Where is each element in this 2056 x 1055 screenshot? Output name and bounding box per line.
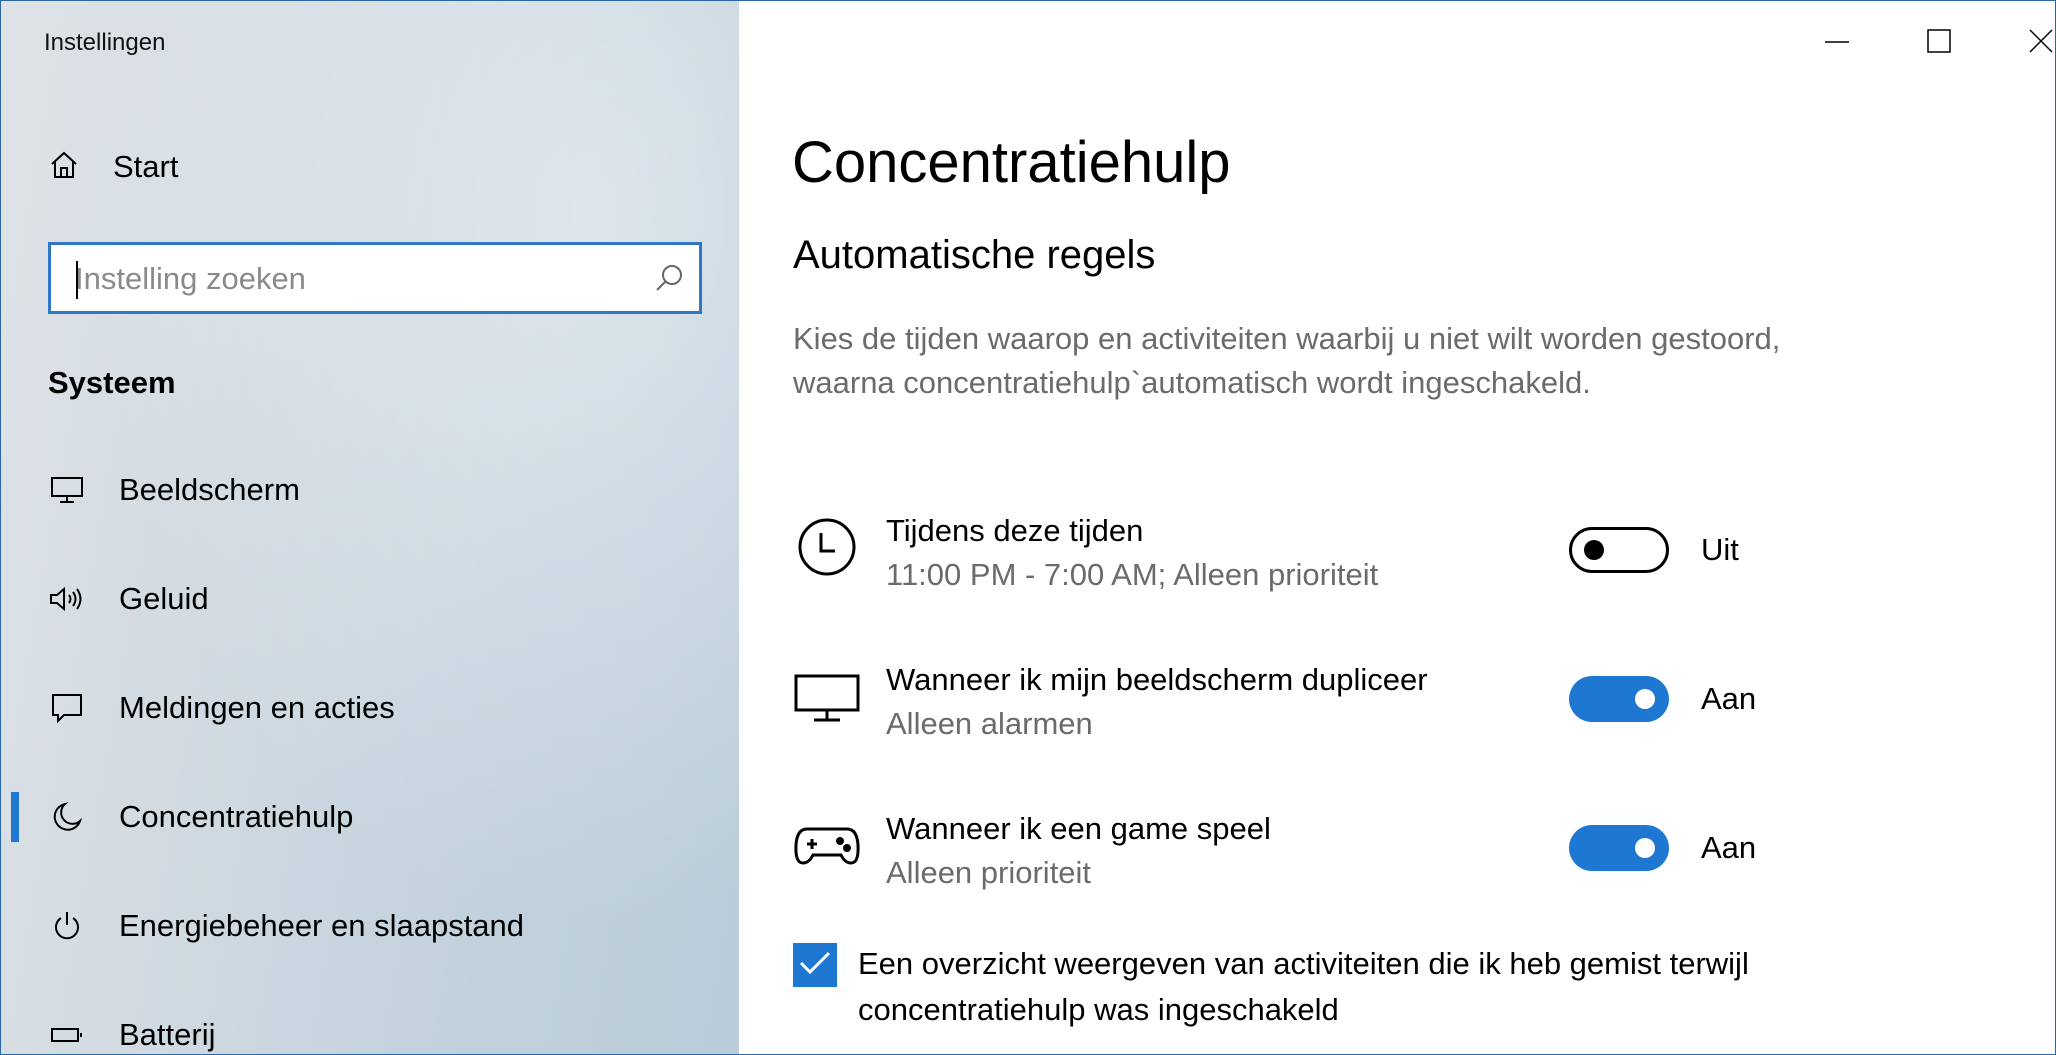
nav-home[interactable]: Start — [49, 149, 178, 185]
notification-icon — [47, 692, 87, 724]
rule-tijdens-deze-tijden: Tijdens deze tijden 11:00 PM - 7:00 AM; … — [793, 513, 1893, 613]
toggle-game-speel[interactable] — [1569, 825, 1669, 871]
rule-beeldscherm-dupliceren: Wanneer ik mijn beeldscherm dupliceer Al… — [793, 662, 1893, 762]
summary-checkbox-label[interactable]: Een overzicht weergeven van activiteiten… — [858, 941, 1758, 1033]
rule-game-speel: Wanneer ik een game speel Alleen priorit… — [793, 811, 1893, 911]
sidebar-item-batterij[interactable]: Batterij — [1, 990, 739, 1054]
rule-detail: Alleen prioriteit — [886, 855, 1092, 890]
sidebar-item-concentratiehulp[interactable]: Concentratiehulp — [1, 772, 739, 862]
app-title: Instellingen — [44, 29, 166, 56]
rule-title: Wanneer ik een game speel — [886, 811, 1271, 846]
sidebar-item-label: Meldingen en acties — [119, 690, 395, 725]
sidebar-item-geluid[interactable]: Geluid — [1, 554, 739, 644]
toggle-state-label: Aan — [1701, 830, 1757, 865]
sidebar-item-label: Geluid — [119, 581, 209, 616]
main-content: Concentratiehulp Automatische regels Kie… — [739, 1, 2055, 1054]
battery-icon — [47, 1025, 87, 1045]
display-icon — [47, 475, 87, 505]
sidebar-item-label: Batterij — [119, 1017, 216, 1052]
rule-title: Tijdens deze tijden — [886, 513, 1144, 548]
sidebar: Instellingen Start Systeem — [1, 1, 739, 1054]
toggle-knob — [1635, 689, 1655, 709]
toggle-tijdens-deze-tijden[interactable] — [1569, 527, 1669, 573]
moon-icon — [47, 801, 87, 833]
sidebar-item-label: Beeldscherm — [119, 472, 300, 507]
section-title-systeem: Systeem — [48, 365, 176, 400]
toggle-knob — [1635, 838, 1655, 858]
settings-window: Instellingen Start Systeem — [0, 0, 2056, 1055]
toggle-knob — [1584, 540, 1604, 560]
rule-title: Wanneer ik mijn beeldscherm dupliceer — [886, 662, 1428, 697]
summary-checkbox[interactable] — [793, 943, 837, 987]
text-caret — [76, 261, 78, 299]
gamepad-icon — [793, 811, 861, 879]
power-icon — [47, 910, 87, 942]
sidebar-item-label: Concentratiehulp — [119, 799, 354, 834]
home-icon — [49, 150, 79, 185]
maximize-icon — [1926, 28, 1952, 59]
nav-home-label: Start — [113, 149, 179, 184]
section-title-automatische-regels: Automatische regels — [793, 233, 1156, 277]
sidebar-item-meldingen[interactable]: Meldingen en acties — [1, 663, 739, 753]
search-input[interactable] — [73, 253, 637, 305]
checkmark-icon — [798, 949, 832, 982]
minimize-button[interactable] — [1797, 13, 1877, 73]
page-title: Concentratiehulp — [792, 130, 1231, 195]
search-icon[interactable] — [653, 262, 685, 299]
sidebar-item-beeldscherm[interactable]: Beeldscherm — [1, 445, 739, 535]
rule-detail: Alleen alarmen — [886, 706, 1093, 741]
rule-detail: 11:00 PM - 7:00 AM; Alleen prioriteit — [886, 557, 1379, 592]
close-icon — [2028, 28, 2054, 59]
speaker-icon — [47, 584, 87, 614]
toggle-state-label: Uit — [1701, 532, 1739, 567]
sidebar-item-energiebeheer[interactable]: Energiebeheer en slaapstand — [1, 881, 739, 971]
monitor-icon — [793, 662, 861, 730]
toggle-state-label: Aan — [1701, 681, 1757, 716]
toggle-beeldscherm-dupliceren[interactable] — [1569, 676, 1669, 722]
description-text: Kies de tijden waarop en activiteiten wa… — [793, 321, 1781, 400]
close-button[interactable] — [2001, 13, 2055, 73]
search-box[interactable] — [48, 242, 702, 314]
minimize-icon — [1824, 28, 1850, 59]
maximize-button[interactable] — [1899, 13, 1979, 73]
sidebar-item-label: Energiebeheer en slaapstand — [119, 908, 525, 943]
clock-icon — [793, 513, 861, 581]
